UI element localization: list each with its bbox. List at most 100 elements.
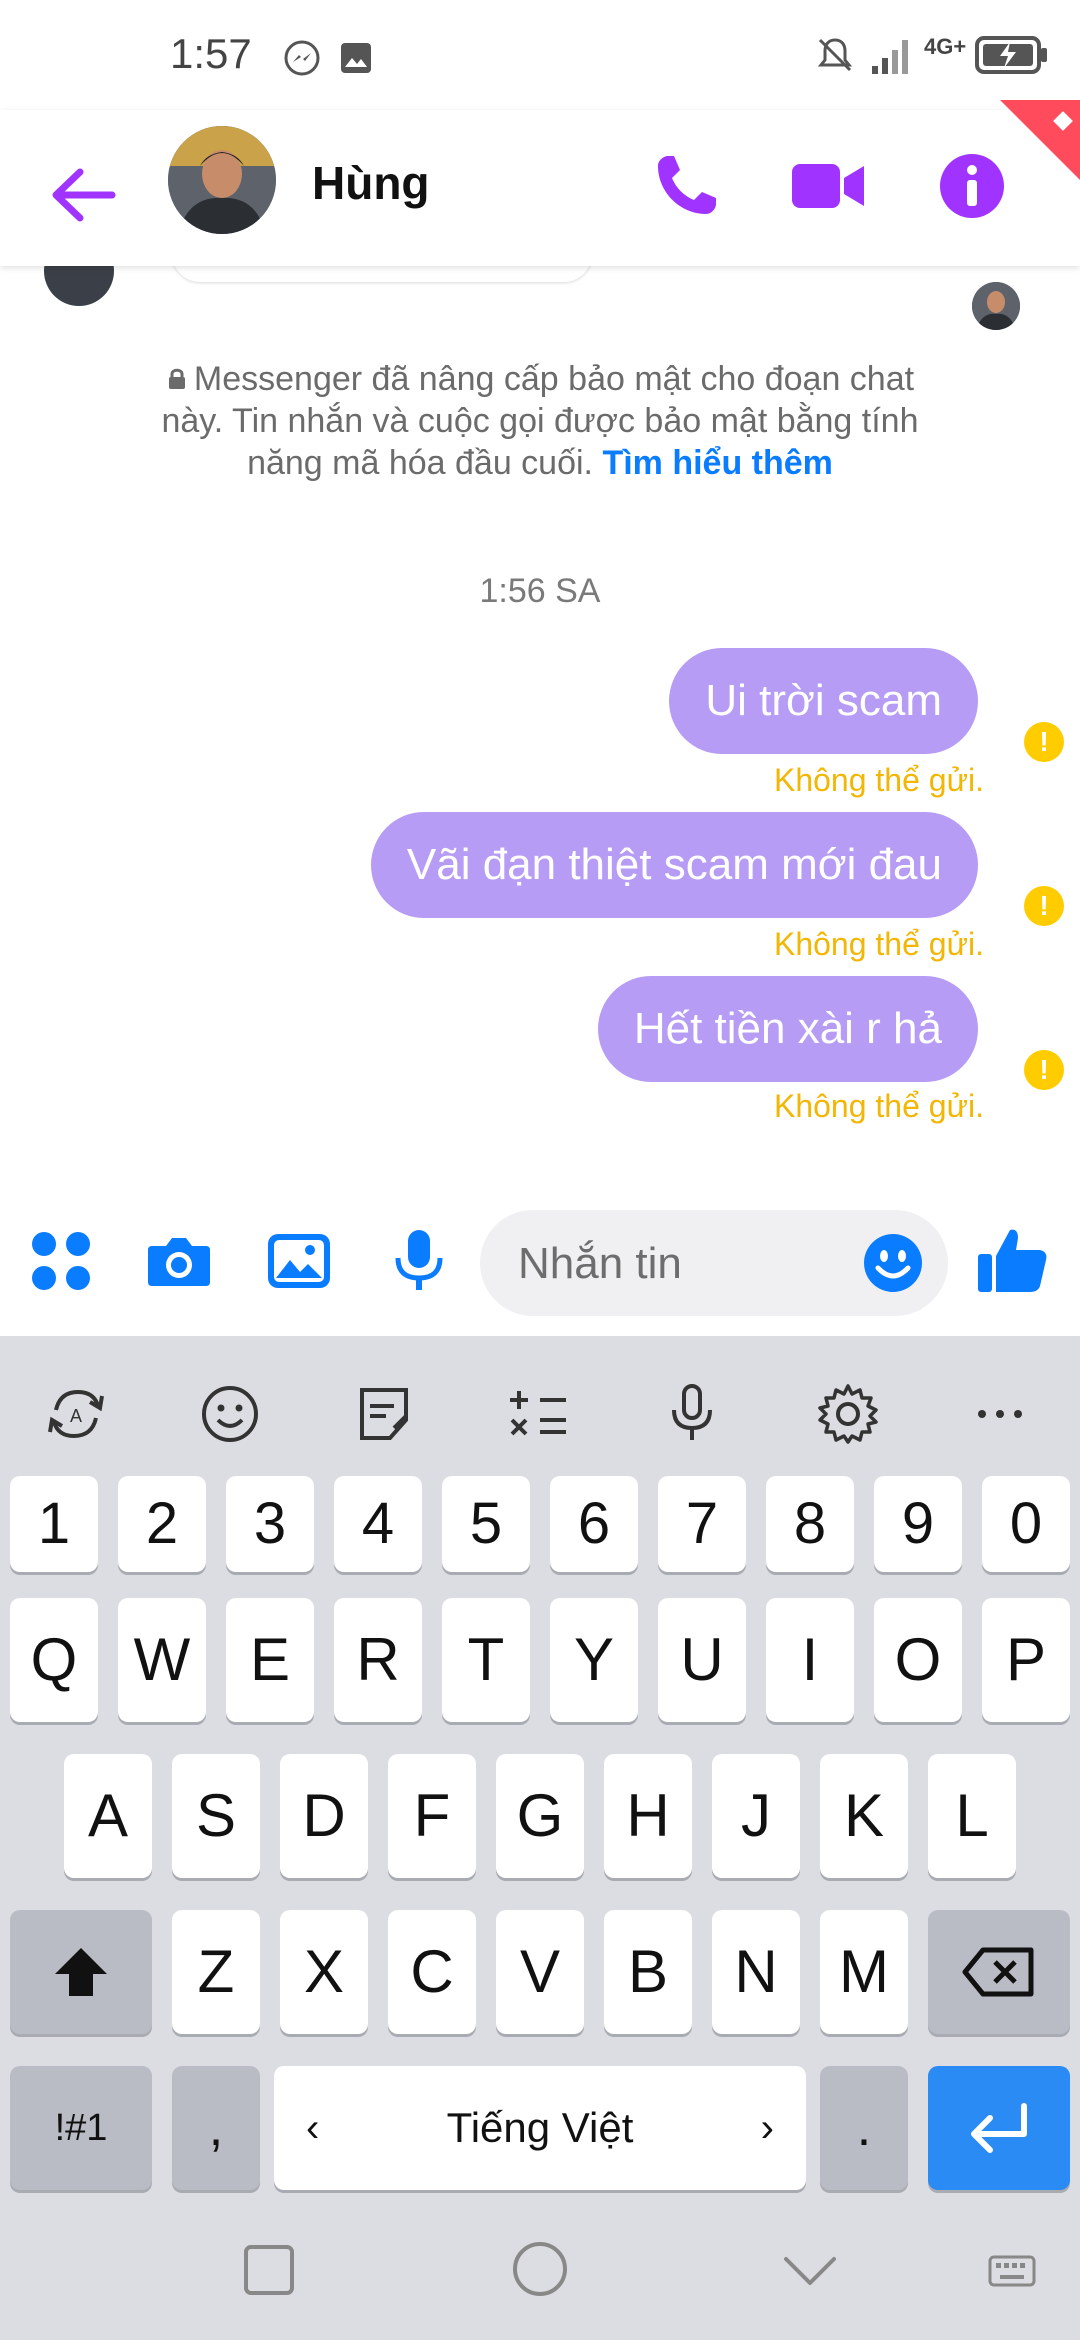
key-v[interactable]: V <box>496 1910 584 2034</box>
keyboard-emoji-icon[interactable] <box>196 1380 264 1448</box>
key-k[interactable]: K <box>820 1754 908 1878</box>
key-o[interactable]: O <box>874 1598 962 1722</box>
previous-message-bubble[interactable] <box>172 266 592 282</box>
chat-header: Hùng <box>0 100 1080 266</box>
video-call-icon[interactable] <box>788 146 868 226</box>
shift-key[interactable] <box>10 1910 152 2034</box>
key-1[interactable]: 1 <box>10 1476 98 1572</box>
enter-key[interactable] <box>928 2066 1070 2190</box>
key-h[interactable]: H <box>604 1754 692 1878</box>
mute-bell-icon <box>817 38 853 72</box>
hide-keyboard-chevron-icon[interactable] <box>780 2245 840 2295</box>
key-a[interactable]: A <box>64 1754 152 1878</box>
key-7[interactable]: 7 <box>658 1476 746 1572</box>
key-i[interactable]: I <box>766 1598 854 1722</box>
contact-avatar[interactable] <box>168 126 276 234</box>
key-n[interactable]: N <box>712 1910 800 2034</box>
apps-menu-icon[interactable] <box>26 1226 96 1296</box>
contact-name[interactable]: Hùng <box>312 156 430 210</box>
key-g[interactable]: G <box>496 1754 584 1878</box>
svg-text:A: A <box>70 1406 82 1426</box>
more-options-icon[interactable] <box>966 1380 1034 1448</box>
key-9[interactable]: 9 <box>874 1476 962 1572</box>
language-prev-icon: ‹ <box>306 2106 320 2150</box>
sent-message-bubble[interactable]: Ui trời scam <box>669 648 978 754</box>
key-s[interactable]: S <box>172 1754 260 1878</box>
voice-input-icon[interactable] <box>658 1380 726 1448</box>
messenger-notification-icon <box>284 40 320 76</box>
message-input[interactable] <box>516 1210 860 1318</box>
key-0[interactable]: 0 <box>982 1476 1070 1572</box>
key-3[interactable]: 3 <box>226 1476 314 1572</box>
keyboard-switch-icon[interactable] <box>988 2251 1036 2291</box>
microphone-icon[interactable] <box>384 1226 454 1296</box>
sticker-note-icon[interactable] <box>350 1380 418 1448</box>
seen-receipt-avatar <box>972 282 1020 330</box>
message-thread[interactable]: Messenger đã nâng cấp bảo mật cho đoạn c… <box>0 266 1080 1180</box>
key-e[interactable]: E <box>226 1598 314 1722</box>
corner-ribbon-icon <box>1000 100 1080 180</box>
space-bar[interactable]: ‹ Tiếng Việt › <box>274 2066 806 2190</box>
settings-gear-icon[interactable] <box>814 1380 882 1448</box>
encryption-notice: Messenger đã nâng cấp bảo mật cho đoạn c… <box>160 358 920 484</box>
backspace-key[interactable] <box>928 1910 1070 2034</box>
battery-charging-icon <box>975 36 1047 74</box>
recents-square-icon[interactable] <box>240 2241 298 2299</box>
calculator-icon[interactable] <box>504 1380 572 1448</box>
key-x[interactable]: X <box>280 1910 368 2034</box>
key-5[interactable]: 5 <box>442 1476 530 1572</box>
key-r[interactable]: R <box>334 1598 422 1722</box>
key-p[interactable]: P <box>982 1598 1070 1722</box>
language-next-icon: › <box>760 2106 774 2150</box>
send-failed-icon[interactable]: ! <box>1024 886 1064 926</box>
key-8[interactable]: 8 <box>766 1476 854 1572</box>
back-arrow-icon[interactable] <box>40 152 126 238</box>
image-notification-icon <box>341 43 371 73</box>
comma-key[interactable]: , <box>172 2066 260 2190</box>
key-t[interactable]: T <box>442 1598 530 1722</box>
key-2[interactable]: 2 <box>118 1476 206 1572</box>
keyboard-language-label: Tiếng Việt <box>446 2104 634 2151</box>
previous-sender-avatar <box>44 266 114 306</box>
key-j[interactable]: J <box>712 1754 800 1878</box>
enter-arrow-icon <box>971 2103 1027 2153</box>
key-b[interactable]: B <box>604 1910 692 2034</box>
key-f[interactable]: F <box>388 1754 476 1878</box>
key-u[interactable]: U <box>658 1598 746 1722</box>
thumbs-up-icon[interactable] <box>974 1222 1050 1298</box>
sent-message-bubble[interactable]: Hết tiền xài r hả <box>597 976 978 1082</box>
message-composer <box>0 1180 1080 1336</box>
status-bar: 1:57 4G+ <box>0 0 1080 110</box>
backspace-icon <box>962 1947 1034 1997</box>
emoji-icon[interactable] <box>862 1232 924 1294</box>
home-circle-icon[interactable] <box>510 2239 570 2299</box>
key-6[interactable]: 6 <box>550 1476 638 1572</box>
camera-icon[interactable] <box>144 1226 214 1296</box>
shift-arrow-icon <box>55 1948 107 1996</box>
voice-call-icon[interactable] <box>646 146 726 226</box>
network-type-label: 4G+ <box>924 34 967 59</box>
gallery-icon[interactable] <box>264 1226 334 1296</box>
send-failed-icon[interactable]: ! <box>1024 1050 1064 1090</box>
period-key[interactable]: . <box>820 2066 908 2190</box>
send-failed-icon[interactable]: ! <box>1024 722 1064 762</box>
key-y[interactable]: Y <box>550 1598 638 1722</box>
sent-message-bubble[interactable]: Vãi đạn thiệt scam mới đau <box>370 812 978 918</box>
send-failed-label: Không thể gửi. <box>773 1088 984 1124</box>
key-4[interactable]: 4 <box>334 1476 422 1572</box>
send-failed-label: Không thể gửi. <box>773 762 984 798</box>
learn-more-link[interactable]: Tìm hiểu thêm <box>602 444 832 482</box>
key-z[interactable]: Z <box>172 1910 260 2034</box>
onscreen-keyboard: A 1 2 3 4 5 6 7 8 9 0 Q W E R T Y U I O … <box>0 1336 1080 2340</box>
key-c[interactable]: C <box>388 1910 476 2034</box>
key-w[interactable]: W <box>118 1598 206 1722</box>
system-navigation-bar <box>0 2205 1080 2340</box>
key-d[interactable]: D <box>280 1754 368 1878</box>
key-m[interactable]: M <box>820 1910 908 2034</box>
message-input-container[interactable] <box>480 1210 948 1318</box>
key-q[interactable]: Q <box>10 1598 98 1722</box>
lock-icon <box>168 368 185 389</box>
rotate-sync-icon[interactable]: A <box>42 1380 110 1448</box>
symbols-key[interactable]: !#1 <box>10 2066 152 2190</box>
key-l[interactable]: L <box>928 1754 1016 1878</box>
